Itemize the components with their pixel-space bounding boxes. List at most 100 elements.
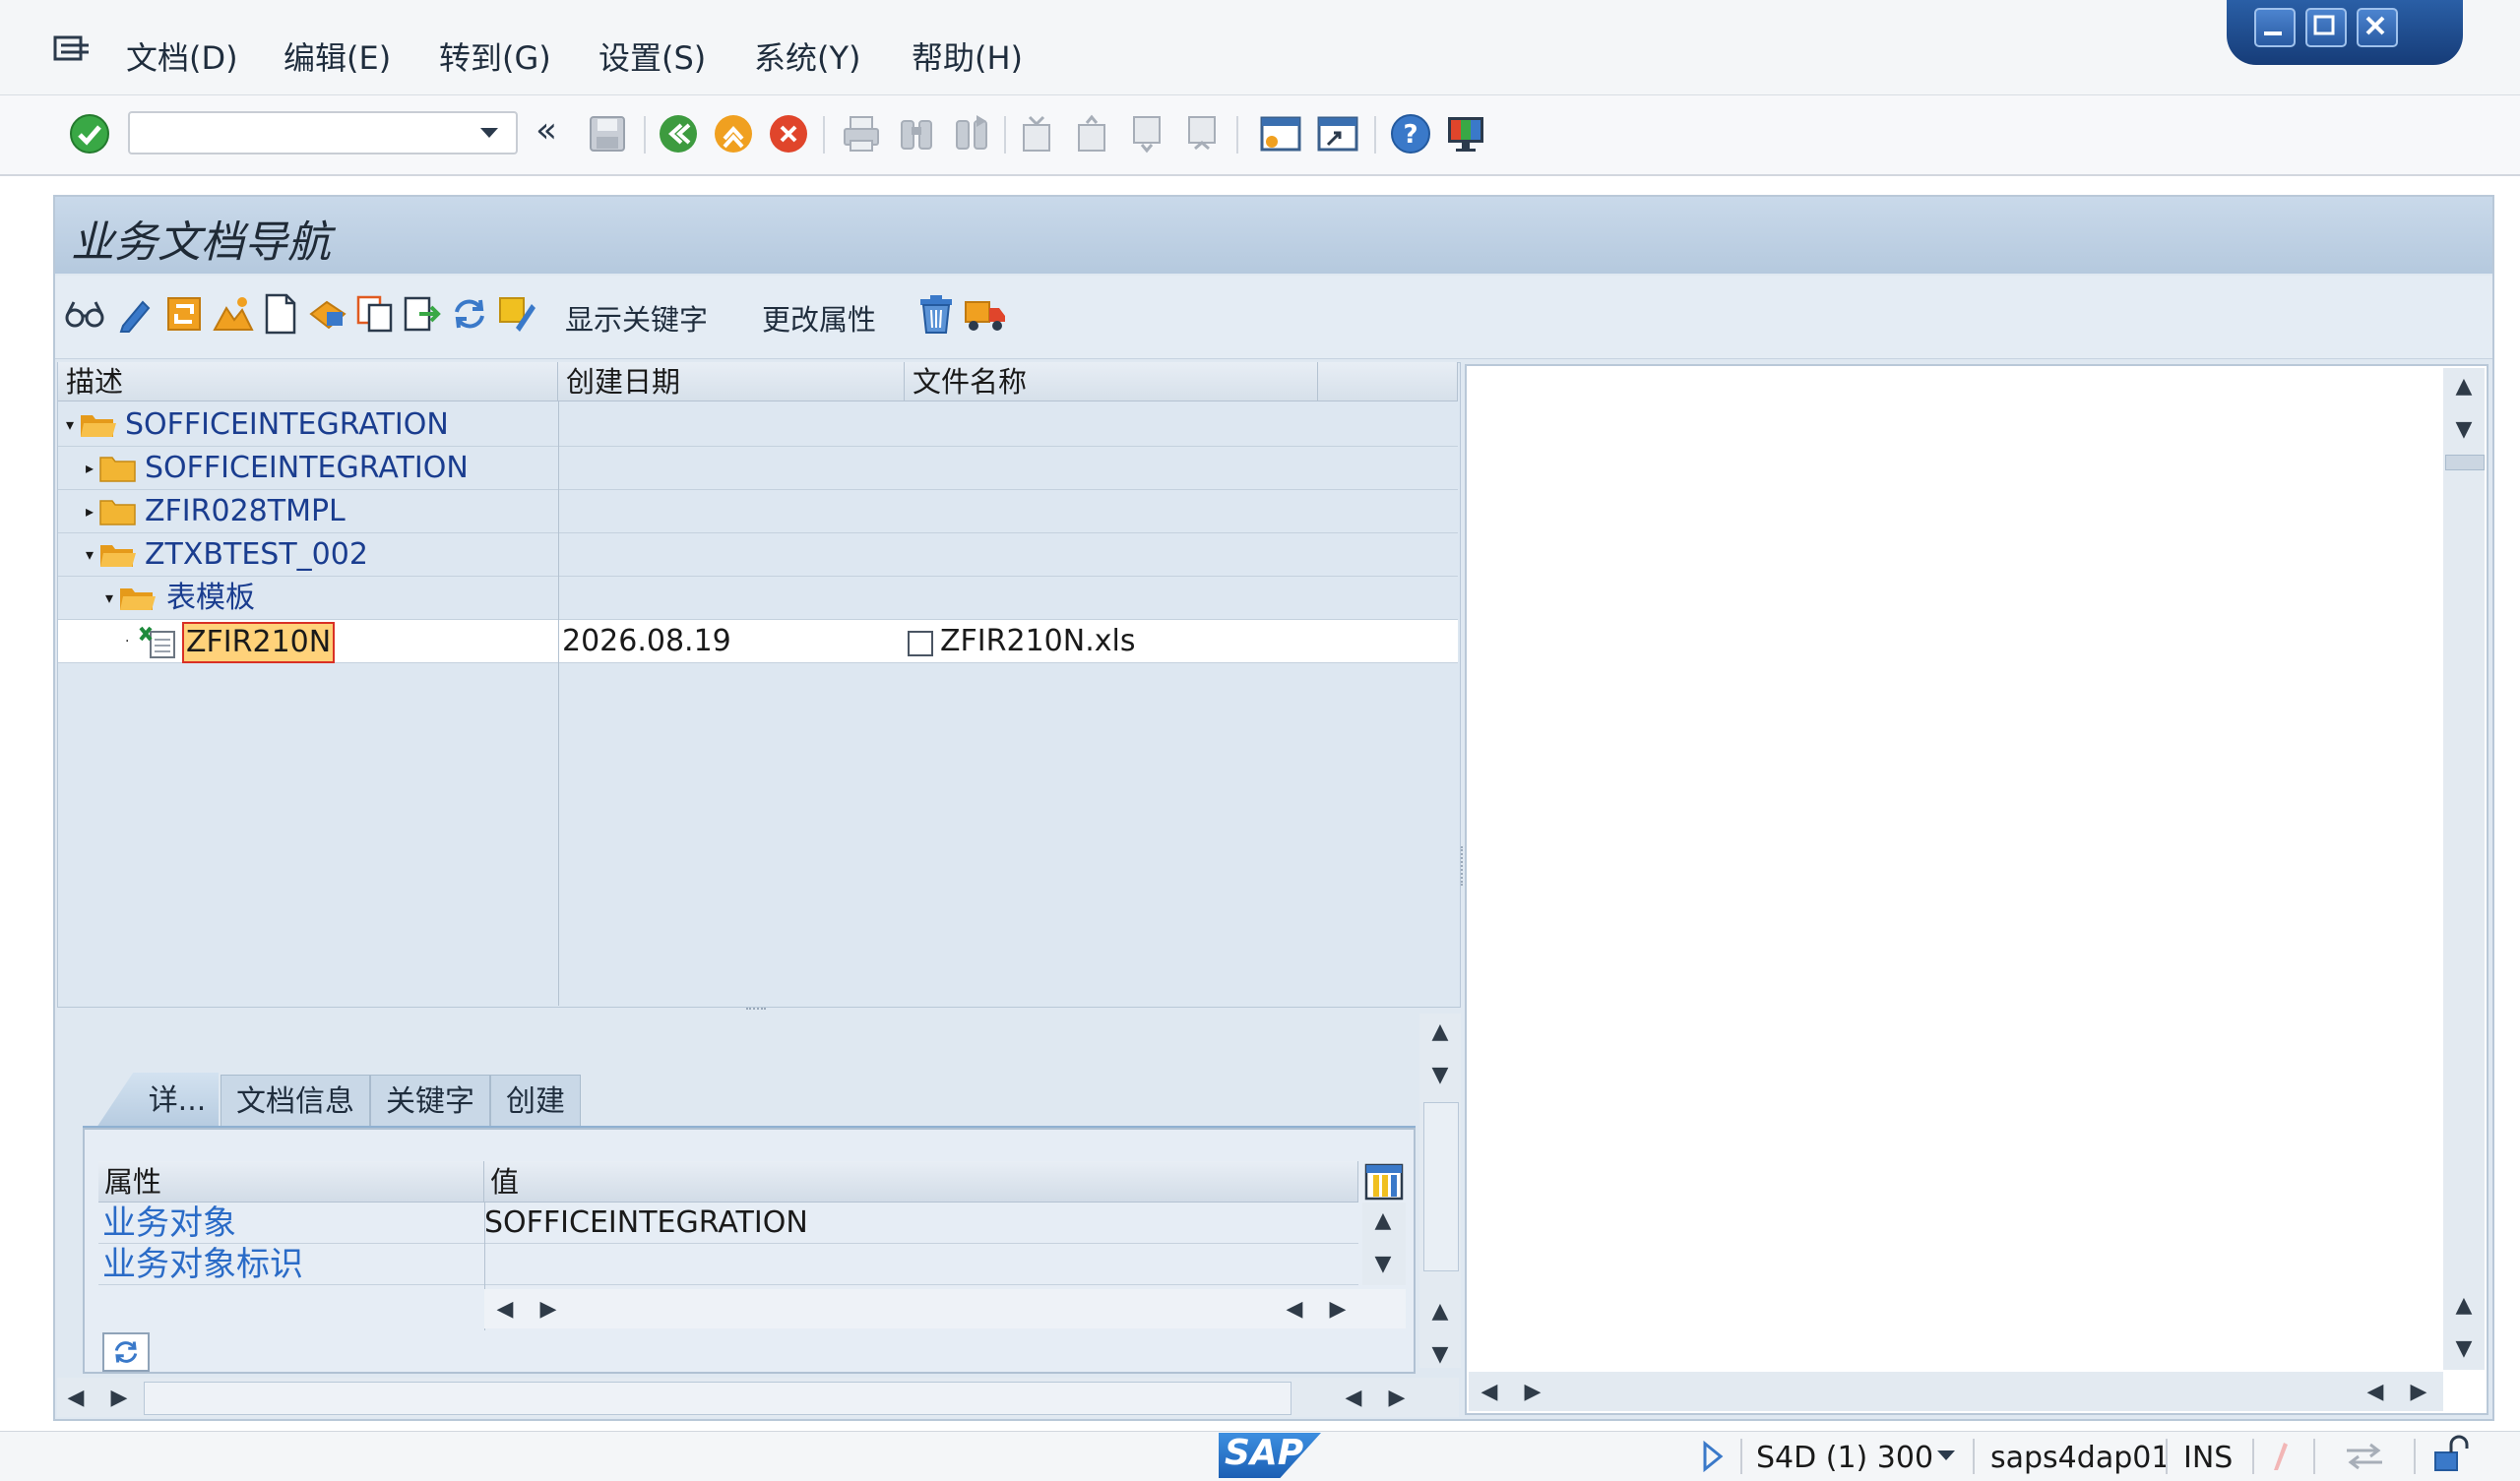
scroll-left-icon[interactable]: ◀	[1280, 1295, 1309, 1325]
column-header-file-name[interactable]: 文件名称	[905, 362, 1318, 401]
print-button[interactable]	[839, 111, 884, 156]
attribute-row[interactable]: 业务对象标识	[98, 1244, 1358, 1285]
tab-create[interactable]: 创建	[490, 1075, 581, 1128]
expand-toggle[interactable]: ▾	[66, 403, 74, 447]
next-page-button[interactable]	[1124, 111, 1169, 156]
scroll-down-icon[interactable]: ▼	[1368, 1250, 1398, 1279]
tree-row-selected[interactable]: · ZFIR210N 2026.08.19 ZFIR210N.xls	[58, 620, 1458, 663]
tree-node-label[interactable]: 表模板	[166, 577, 255, 620]
scroll-thumb[interactable]	[2445, 455, 2485, 470]
delete-button[interactable]	[914, 291, 959, 337]
viewer-horizontal-scrollbar[interactable]	[1469, 1372, 2443, 1411]
viewer-vertical-scrollbar[interactable]	[2443, 368, 2485, 1370]
menu-document[interactable]: 文档(D)	[126, 33, 238, 79]
show-keywords-button[interactable]: 显示关键字	[565, 297, 708, 339]
export-button[interactable]	[400, 291, 445, 337]
find-next-button[interactable]	[949, 111, 994, 156]
attribute-horizontal-scrollbar[interactable]	[484, 1289, 1406, 1328]
tree-node-label[interactable]: ZFIR210N	[182, 622, 336, 663]
scroll-left-icon[interactable]: ◀	[1339, 1384, 1368, 1413]
minimize-button[interactable]	[2254, 8, 2296, 47]
new-document-button[interactable]	[258, 291, 303, 337]
column-header-attribute[interactable]: 属性	[98, 1161, 484, 1203]
scroll-thumb[interactable]	[1423, 1102, 1459, 1271]
scroll-left-icon[interactable]: ◀	[1475, 1378, 1504, 1407]
scroll-up-icon[interactable]: ▲	[2449, 372, 2479, 401]
expand-toggle[interactable]: ▾	[105, 577, 113, 620]
menu-settings[interactable]: 设置(S)	[598, 33, 706, 79]
column-header-description[interactable]: 描述	[58, 362, 558, 401]
scroll-left-icon[interactable]: ◀	[61, 1384, 91, 1413]
splitter-handle[interactable]	[746, 1008, 766, 1012]
scroll-right-icon[interactable]: ▶	[104, 1384, 134, 1413]
first-page-button[interactable]	[1014, 111, 1059, 156]
maximize-button[interactable]	[2305, 8, 2347, 47]
enter-button[interactable]	[67, 111, 112, 156]
command-field[interactable]	[128, 111, 518, 154]
find-button[interactable]	[894, 111, 939, 156]
refresh-button[interactable]	[447, 291, 492, 337]
display-change-button[interactable]	[161, 291, 207, 337]
command-input[interactable]	[130, 113, 474, 153]
scroll-left-icon[interactable]: ◀	[2361, 1378, 2390, 1407]
menu-expand-icon[interactable]	[53, 35, 91, 65]
scroll-thumb[interactable]	[144, 1382, 1292, 1415]
prev-page-button[interactable]	[1069, 111, 1114, 156]
scroll-down-icon[interactable]: ▼	[2449, 415, 2479, 445]
scroll-down-icon[interactable]: ▼	[1425, 1061, 1455, 1090]
dropdown-arrow-icon[interactable]	[1935, 1449, 1957, 1462]
menu-edit[interactable]: 编辑(E)	[284, 33, 391, 79]
scroll-right-icon[interactable]: ▶	[1323, 1295, 1353, 1325]
change-attributes-button[interactable]: 更改属性	[762, 297, 876, 339]
tree-row[interactable]: ▾ SOFFICEINTEGRATION	[58, 403, 1458, 447]
tree-node-label[interactable]: ZTXBTEST_002	[145, 533, 368, 577]
scroll-up-icon[interactable]: ▲	[1425, 1297, 1455, 1327]
tree-row[interactable]: ▸ ZFIR028TMPL	[58, 490, 1458, 533]
dropdown-arrow-icon[interactable]	[478, 125, 500, 141]
input-mode[interactable]: INS	[2183, 1441, 2233, 1475]
transport-button[interactable]	[963, 291, 1008, 337]
tree-row[interactable]: ▾ ZTXBTEST_002	[58, 533, 1458, 577]
shortcut-button[interactable]	[1315, 111, 1360, 156]
expand-toggle[interactable]: ▸	[86, 490, 94, 533]
expand-toggle[interactable]: ▾	[86, 533, 94, 577]
import-button[interactable]	[305, 291, 350, 337]
status-expand-icon[interactable]	[1701, 1441, 1725, 1472]
scroll-right-icon[interactable]: ▶	[534, 1295, 563, 1325]
edit-button[interactable]	[112, 291, 158, 337]
tree-node-label[interactable]: ZFIR028TMPL	[145, 490, 346, 533]
back-button[interactable]	[656, 111, 701, 156]
menu-system[interactable]: 系统(Y)	[754, 33, 861, 79]
highlight-button[interactable]	[494, 291, 539, 337]
new-session-button[interactable]	[1258, 111, 1303, 156]
file-checkbox-icon[interactable]	[907, 630, 934, 657]
column-header-created-date[interactable]: 创建日期	[558, 362, 905, 401]
scroll-left-icon[interactable]: ◀	[490, 1295, 520, 1325]
tree-row[interactable]: ▾ 表模板	[58, 577, 1458, 620]
lock-icon[interactable]	[2431, 1435, 2471, 1474]
splitter-handle[interactable]	[1461, 846, 1467, 886]
scroll-right-icon[interactable]: ▶	[1382, 1384, 1412, 1413]
help-button[interactable]: ?	[1388, 111, 1433, 156]
tab-details[interactable]: 详...	[136, 1075, 219, 1128]
close-button[interactable]	[2357, 8, 2398, 47]
scroll-up-icon[interactable]: ▲	[1368, 1206, 1398, 1236]
tree-node-label[interactable]: SOFFICEINTEGRATION	[145, 447, 469, 490]
create-business-doc-button[interactable]	[211, 291, 256, 337]
cancel-button[interactable]	[766, 111, 811, 156]
collapse-command-button[interactable]: «	[536, 110, 557, 151]
tab-keywords[interactable]: 关键字	[370, 1075, 490, 1128]
save-button[interactable]	[585, 111, 630, 156]
tab-document-info[interactable]: 文档信息	[220, 1075, 370, 1128]
menu-goto[interactable]: 转到(G)	[439, 33, 551, 79]
scroll-up-icon[interactable]: ▲	[1425, 1018, 1455, 1047]
attribute-row[interactable]: 业务对象 SOFFICEINTEGRATION	[98, 1203, 1358, 1244]
tree-row[interactable]: ▸ SOFFICEINTEGRATION	[58, 447, 1458, 490]
menu-help[interactable]: 帮助(H)	[912, 33, 1023, 79]
refresh-attributes-button[interactable]	[102, 1332, 150, 1372]
tree-node-label[interactable]: SOFFICEINTEGRATION	[125, 403, 449, 447]
scroll-down-icon[interactable]: ▼	[2449, 1334, 2479, 1364]
system-info[interactable]: S4D (1) 300	[1756, 1441, 1933, 1475]
copy-button[interactable]	[352, 291, 398, 337]
scroll-up-icon[interactable]: ▲	[2449, 1291, 2479, 1321]
